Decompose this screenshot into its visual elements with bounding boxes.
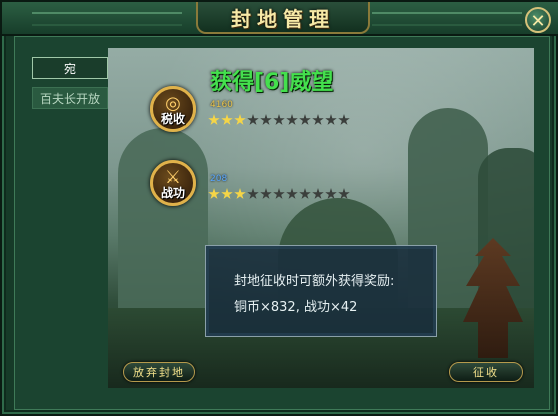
star-filled-icon <box>221 188 233 199</box>
star-filled-icon <box>234 188 246 199</box>
star-empty-icon <box>286 188 298 199</box>
collect-button[interactable]: 征收 <box>449 362 523 382</box>
star-empty-icon <box>338 188 350 199</box>
star-empty-icon <box>299 114 311 125</box>
window-title: 封地管理 <box>231 6 335 31</box>
star-empty-icon <box>325 114 337 125</box>
star-empty-icon <box>338 114 350 125</box>
merit-badge: ⚔ 战功 <box>150 160 196 206</box>
left-tab-list: 宛 百夫长开放 <box>32 57 108 117</box>
star-filled-icon <box>221 114 233 125</box>
title-bar: 封地管理 ✕ <box>2 2 558 36</box>
fief-management-window: 封地管理 ✕ 宛 百夫长开放 获得[6]威望 ◎ 税收 4160 ⚔ 战功 20… <box>0 0 558 416</box>
star-empty-icon <box>247 114 259 125</box>
title-ornament-left <box>32 12 182 26</box>
bonus-info-rewards: 铜币×832, 战功×42 <box>234 300 358 315</box>
mountain-left <box>118 128 208 328</box>
tax-star-rating <box>208 114 351 128</box>
star-empty-icon <box>312 114 324 125</box>
merit-label: 战功 <box>160 186 185 200</box>
star-empty-icon <box>273 188 285 199</box>
close-x-icon: ✕ <box>530 11 546 32</box>
close-button[interactable]: ✕ <box>525 7 551 33</box>
tab-label: 宛 <box>63 61 76 76</box>
tax-value: 4160 <box>210 100 233 110</box>
merit-value: 208 <box>210 174 228 184</box>
tab-wan[interactable]: 宛 <box>32 57 108 79</box>
star-empty-icon <box>312 188 324 199</box>
bonus-info-heading: 封地征收时可额外获得奖励: <box>234 274 395 289</box>
star-empty-icon <box>299 188 311 199</box>
title-plate: 封地管理 <box>196 2 370 34</box>
star-empty-icon <box>325 188 337 199</box>
star-filled-icon <box>208 188 220 199</box>
star-empty-icon <box>260 114 272 125</box>
star-filled-icon <box>234 114 246 125</box>
abandon-fief-button[interactable]: 放弃封地 <box>123 362 195 382</box>
star-empty-icon <box>247 188 259 199</box>
title-ornament-right <box>372 12 522 26</box>
star-filled-icon <box>208 114 220 125</box>
reward-title: 获得[6]威望 <box>210 70 334 95</box>
tax-badge: ◎ 税收 <box>150 86 196 132</box>
star-empty-icon <box>260 188 272 199</box>
merit-star-rating <box>208 188 351 202</box>
tab-label: 百夫长开放 <box>39 91 100 106</box>
bonus-info-box: 封地征收时可额外获得奖励: 铜币×832, 战功×42 <box>205 245 437 337</box>
tab-centurion-open[interactable]: 百夫长开放 <box>32 87 108 109</box>
tax-label: 税收 <box>160 112 185 126</box>
star-empty-icon <box>286 114 298 125</box>
star-empty-icon <box>273 114 285 125</box>
